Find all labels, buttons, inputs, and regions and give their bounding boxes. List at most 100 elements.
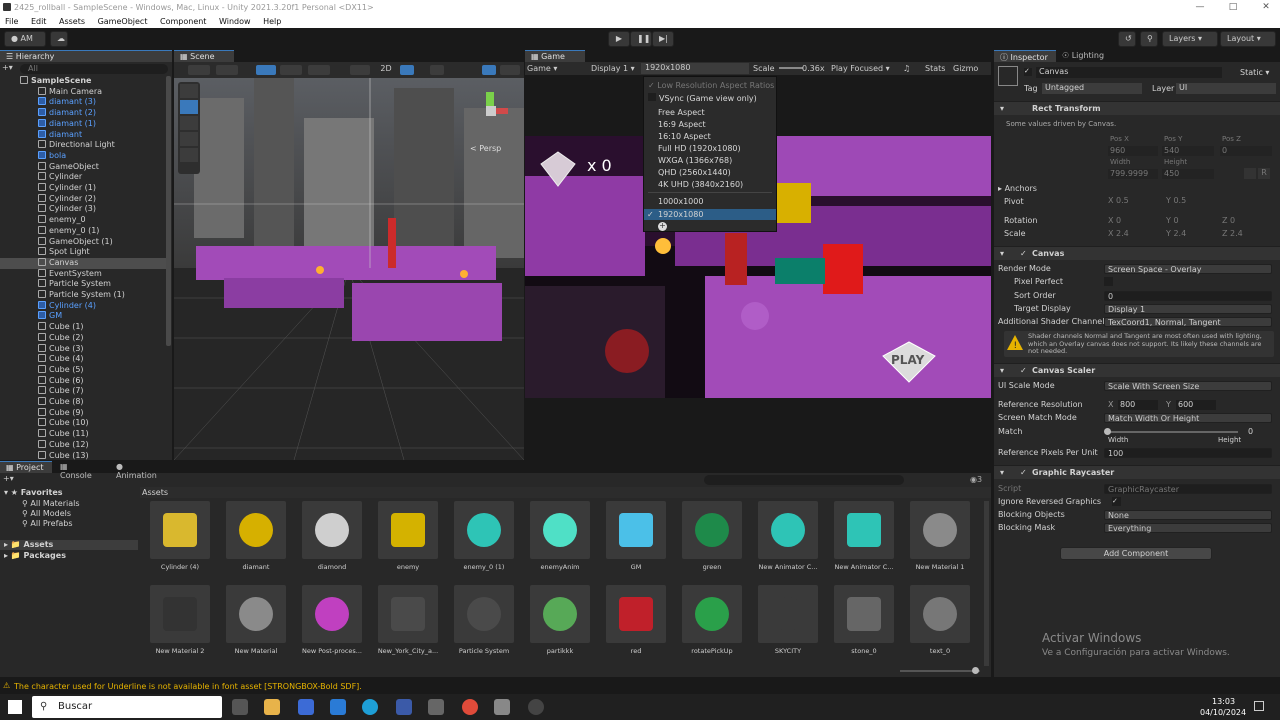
- hierarchy-item[interactable]: Cylinder (3): [0, 204, 170, 215]
- hierarchy-item[interactable]: Directional Light: [0, 140, 170, 151]
- hierarchy-item[interactable]: Cylinder: [0, 172, 170, 183]
- taskbar-search[interactable]: ⚲ Buscar: [32, 696, 222, 718]
- asset-item[interactable]: SKYCITY: [756, 585, 820, 655]
- canvas-scaler-header[interactable]: ▾ ✓ Canvas Scaler: [994, 363, 1280, 377]
- unity-editor-icon[interactable]: [494, 699, 510, 715]
- close-icon[interactable]: ✕: [1246, 2, 1280, 12]
- res-option-6[interactable]: 4K UHD (3840x2160): [658, 180, 743, 189]
- history-icon[interactable]: ↺: [1118, 31, 1136, 47]
- gizmos-button[interactable]: Gizmo: [953, 64, 978, 73]
- asset-item[interactable]: New Animator C...: [832, 501, 896, 571]
- toggle-2d-button[interactable]: 2D: [378, 64, 394, 76]
- hierarchy-search-input[interactable]: All: [20, 64, 168, 74]
- asset-item[interactable]: red: [604, 585, 668, 655]
- pos-y-field[interactable]: 540: [1162, 146, 1214, 156]
- y-axis-cone[interactable]: [486, 92, 494, 106]
- active-checkbox[interactable]: ✓: [1024, 68, 1032, 76]
- tab-scene[interactable]: ▦ Scene: [174, 50, 234, 62]
- hierarchy-item[interactable]: Cylinder (1): [0, 183, 170, 194]
- gizmos-icon[interactable]: [500, 65, 520, 75]
- move-tool-palette-icon[interactable]: [180, 100, 198, 114]
- hierarchy-item[interactable]: diamant (3): [0, 97, 170, 108]
- target-display-dropdown[interactable]: Display 1: [1104, 304, 1272, 314]
- asset-item[interactable]: stone_0: [832, 585, 896, 655]
- move-tool-icon[interactable]: [256, 65, 276, 75]
- center-cube[interactable]: [486, 106, 496, 116]
- hand-tool-icon[interactable]: [180, 84, 198, 98]
- hierarchy-item[interactable]: Cylinder (4): [0, 300, 170, 312]
- tab-hierarchy[interactable]: ☰ Hierarchy: [0, 50, 172, 62]
- asset-grid-scrollbar[interactable]: [984, 501, 989, 666]
- account-button[interactable]: ● AM ▾: [4, 31, 46, 57]
- tab-lighting[interactable]: ☉ Lighting: [1056, 50, 1116, 62]
- hierarchy-item[interactable]: Cube (4): [0, 354, 170, 365]
- res-option-5[interactable]: QHD (2560x1440): [658, 168, 731, 177]
- hierarchy-item[interactable]: Particle System (1): [0, 290, 170, 301]
- pause-button[interactable]: ❚❚: [630, 31, 652, 47]
- play-button[interactable]: ▶: [608, 31, 630, 47]
- canvas-header[interactable]: ▾ ✓ Canvas: [994, 246, 1280, 260]
- asset-item[interactable]: GM: [604, 501, 668, 571]
- project-search-input[interactable]: [704, 475, 904, 485]
- create-asset-button[interactable]: +▾: [3, 474, 14, 483]
- hierarchy-item[interactable]: diamant: [0, 129, 170, 141]
- hierarchy-item[interactable]: Cube (6): [0, 375, 170, 387]
- width-field[interactable]: 799.9999: [1108, 169, 1158, 179]
- raycaster-enabled-checkbox[interactable]: ✓: [1020, 468, 1027, 477]
- res-option-3[interactable]: Full HD (1920x1080): [658, 144, 741, 153]
- scaler-enabled-checkbox[interactable]: ✓: [1020, 366, 1027, 375]
- cloud-icon[interactable]: ☁: [50, 31, 68, 47]
- scale-z-field[interactable]: Z 2.4: [1222, 229, 1274, 238]
- grid-icon[interactable]: [280, 65, 302, 75]
- x-axis-cone[interactable]: [496, 108, 508, 114]
- raycaster-foldout-icon[interactable]: ▾: [1000, 468, 1004, 477]
- ignore-reversed-checkbox[interactable]: ✓: [1112, 497, 1121, 506]
- ppu-field[interactable]: 100: [1104, 448, 1272, 458]
- edge-icon[interactable]: [362, 699, 378, 715]
- vsync-checkbox[interactable]: [648, 93, 656, 101]
- tag-dropdown[interactable]: Untagged: [1042, 83, 1142, 94]
- canvas-foldout-icon[interactable]: ▾: [1000, 249, 1004, 258]
- hierarchy-item[interactable]: Cube (7): [0, 386, 170, 397]
- res-custom-selected[interactable]: ✓ 1920x1080: [644, 209, 776, 220]
- audio-icon[interactable]: [430, 65, 444, 75]
- scale-tool-icon[interactable]: [180, 132, 198, 146]
- windows-start-icon[interactable]: [8, 700, 22, 714]
- hierarchy-item[interactable]: Canvas: [0, 257, 170, 269]
- raycaster-header[interactable]: ▾ ✓ Graphic Raycaster: [994, 465, 1280, 479]
- tab-console[interactable]: ▦ Console: [54, 461, 106, 480]
- tab-animation[interactable]: ● Animation: [110, 461, 172, 480]
- hierarchy-item[interactable]: GameObject: [0, 161, 170, 173]
- hierarchy-item[interactable]: SampleScene: [0, 76, 170, 87]
- step-button[interactable]: ▶|: [652, 31, 674, 47]
- lighting-icon[interactable]: [400, 65, 414, 75]
- menu-gameobject[interactable]: GameObject: [98, 17, 148, 26]
- scene-gizmo-axis[interactable]: [470, 88, 514, 132]
- foldout-icon[interactable]: ▾: [1000, 104, 1004, 113]
- hierarchy-item[interactable]: GameObject (1): [0, 236, 170, 248]
- hierarchy-item[interactable]: Main Camera: [0, 86, 170, 98]
- hierarchy-item[interactable]: bola: [0, 150, 170, 162]
- asset-item[interactable]: Particle System: [452, 585, 516, 655]
- menu-file[interactable]: File: [5, 17, 18, 26]
- asset-item[interactable]: green: [680, 501, 744, 571]
- mail-icon[interactable]: [330, 699, 346, 715]
- tab-project[interactable]: ▦ Project: [0, 461, 52, 473]
- asset-item[interactable]: diamant: [224, 501, 288, 571]
- asset-item[interactable]: New Material 2: [148, 585, 212, 655]
- vscode-icon[interactable]: [396, 699, 412, 715]
- clock-time[interactable]: 13:03: [1212, 697, 1235, 706]
- snap-icon[interactable]: [308, 65, 330, 75]
- blueprint-mode-icon[interactable]: [1244, 168, 1256, 179]
- favorites-node[interactable]: ▾ ★ Favorites: [4, 488, 63, 497]
- hierarchy-item[interactable]: Cube (3): [0, 343, 170, 355]
- rotate-tool-icon[interactable]: [180, 116, 198, 130]
- shading-icon[interactable]: [350, 65, 370, 75]
- res-option-1[interactable]: 16:9 Aspect: [658, 120, 706, 129]
- asset-item[interactable]: New Post-proces...: [300, 585, 364, 655]
- rect-tool-icon[interactable]: [180, 148, 198, 162]
- hierarchy-item[interactable]: enemy_0 (1): [0, 225, 170, 237]
- match-slider-handle[interactable]: [1104, 428, 1111, 435]
- hierarchy-item[interactable]: EventSystem: [0, 268, 170, 280]
- play-diamond-button[interactable]: PLAY: [881, 340, 937, 384]
